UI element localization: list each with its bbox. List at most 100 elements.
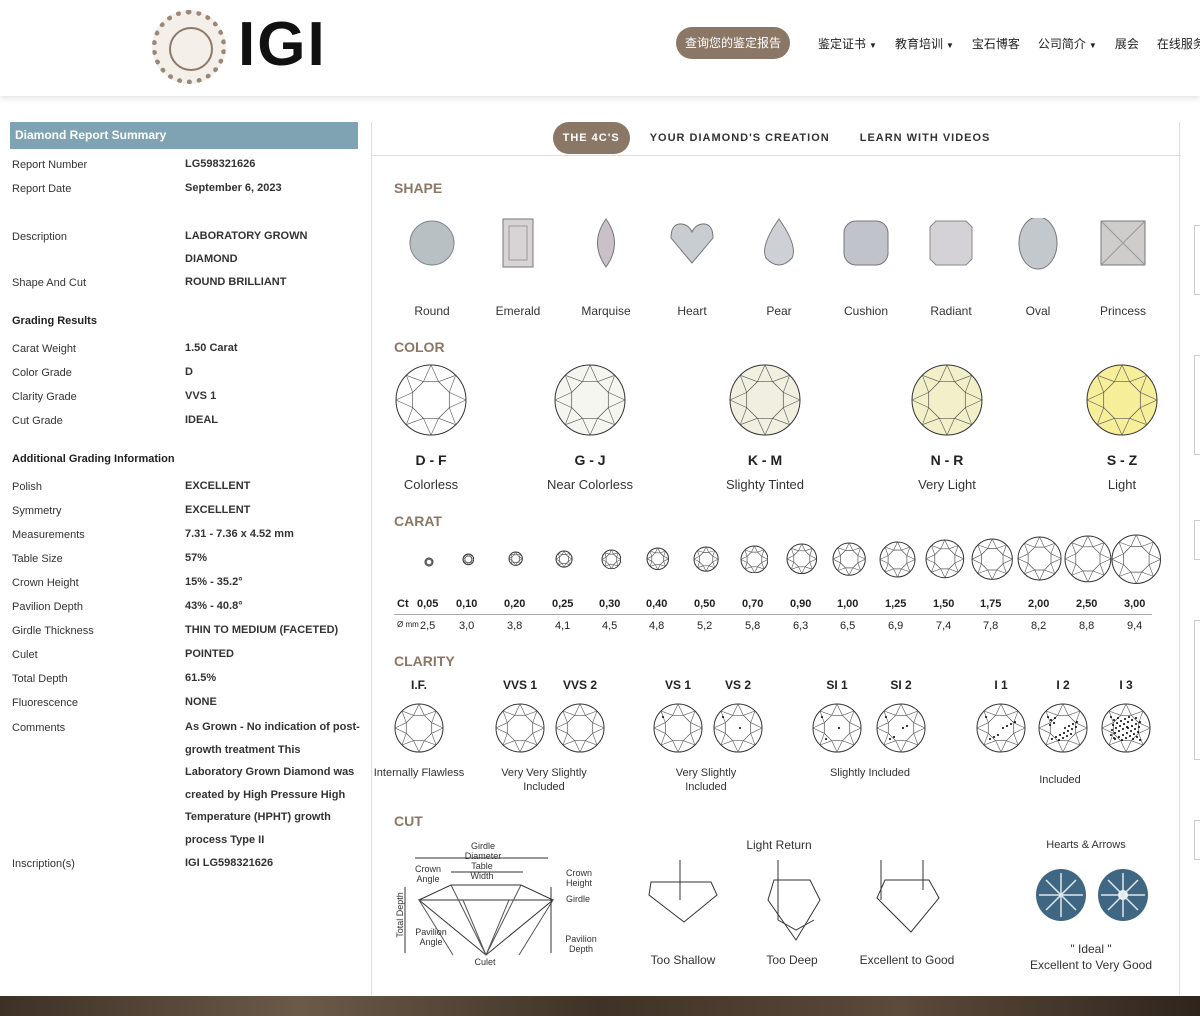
diameter-label: Ø mm bbox=[397, 620, 419, 629]
igi-seal-logo[interactable] bbox=[152, 10, 226, 84]
carat-size-icon bbox=[555, 550, 573, 568]
light-return-label: Excellent to Good bbox=[859, 953, 955, 967]
row-label: Pavilion Depth bbox=[12, 601, 83, 613]
nav-item[interactable]: 展会 bbox=[1115, 35, 1139, 52]
row-value: 43% - 40.8° bbox=[185, 600, 243, 612]
igi-logo[interactable]: IGI bbox=[238, 12, 327, 78]
shape-label: Radiant bbox=[930, 304, 972, 318]
carat-size-icon bbox=[646, 547, 670, 571]
row-label: Color Grade bbox=[12, 367, 72, 379]
row-value: 7.31 - 7.36 x 4.52 mm bbox=[185, 528, 294, 540]
row-value: September 6, 2023 bbox=[185, 182, 282, 194]
row-value: IDEAL bbox=[185, 414, 218, 426]
diameter-value: 8,2 bbox=[1031, 620, 1047, 632]
color-grade: D - F bbox=[415, 452, 447, 468]
clarity-grade: I 3 bbox=[1119, 678, 1133, 692]
row-label: Report Number bbox=[12, 159, 88, 171]
diameter-value: 4,8 bbox=[649, 620, 665, 632]
row-value: EXCELLENT bbox=[185, 504, 251, 516]
side-widget[interactable] bbox=[1194, 820, 1200, 860]
color-grade: N - R bbox=[930, 452, 964, 468]
carat-value: 0,50 bbox=[694, 598, 716, 610]
emerald-shape-icon bbox=[493, 218, 543, 272]
row-label: Crown Height bbox=[12, 577, 79, 589]
section-title: COLOR bbox=[394, 339, 445, 355]
row-label: Report Date bbox=[12, 183, 72, 195]
hearts-arrows-title: Hearts & Arrows bbox=[1046, 839, 1126, 851]
nav-item[interactable]: 在线服务 bbox=[1157, 35, 1200, 52]
section-title: CARAT bbox=[394, 513, 442, 529]
hearts-arrows-icon bbox=[1034, 868, 1150, 924]
carat-value: 2,00 bbox=[1028, 598, 1050, 610]
light-return-label: Too Shallow bbox=[650, 953, 716, 967]
row-label: Description bbox=[12, 231, 68, 243]
oval-shape-icon bbox=[1013, 216, 1063, 272]
carat-value: 1,75 bbox=[980, 598, 1002, 610]
carat-value: 3,00 bbox=[1124, 598, 1146, 610]
side-widget[interactable] bbox=[1194, 520, 1200, 560]
carat-value: 0,40 bbox=[646, 598, 668, 610]
carat-size-icon bbox=[786, 543, 818, 575]
section-title: CLARITY bbox=[394, 653, 455, 669]
row-label: Inscription(s) bbox=[12, 858, 75, 870]
clarity-diamond-icon bbox=[653, 703, 703, 753]
diameter-value: 5,2 bbox=[697, 620, 713, 632]
carat-size-icon bbox=[1017, 536, 1063, 582]
nav-item[interactable]: 公司简介 ▼ bbox=[1038, 35, 1097, 52]
carat-value: 1,25 bbox=[885, 598, 907, 610]
four-cs-panel: THE 4C'S YOUR DIAMOND'S CREATION LEARN WIT… bbox=[371, 122, 1181, 995]
row-value: D bbox=[185, 366, 193, 378]
heart-shape-icon bbox=[667, 218, 717, 272]
nav-item[interactable]: 鉴定证书 ▼ bbox=[818, 35, 877, 52]
carat-size-icon bbox=[424, 554, 434, 567]
clarity-diamond-icon bbox=[976, 703, 1026, 753]
color-grade: K - M bbox=[747, 452, 783, 468]
clarity-grade: SI 2 bbox=[890, 678, 912, 692]
carat-size-icon bbox=[1064, 535, 1112, 583]
nav-item-label: 公司简介 bbox=[1037, 37, 1086, 51]
caret-down-icon: ▼ bbox=[869, 41, 877, 50]
diameter-value: 6,5 bbox=[840, 620, 856, 632]
light-return-diagram bbox=[871, 860, 943, 944]
carat-value: 0,25 bbox=[552, 598, 574, 610]
carat-value: 1,50 bbox=[933, 598, 955, 610]
caret-down-icon: ▼ bbox=[945, 41, 954, 50]
report-summary-panel: Diamond Report Summary bbox=[10, 122, 358, 149]
tab[interactable]: YOUR DIAMOND'S CREATION bbox=[640, 122, 840, 154]
side-widget[interactable] bbox=[1194, 225, 1200, 295]
side-widget[interactable] bbox=[1194, 620, 1200, 760]
cut-diagram-label: Crown Height bbox=[565, 868, 592, 888]
tab[interactable]: LEARN WITH VIDEOS bbox=[850, 122, 1001, 154]
clarity-diamond-icon bbox=[1101, 703, 1151, 753]
color-grade: S - Z bbox=[1106, 452, 1138, 468]
row-value: 15% - 35.2° bbox=[185, 576, 243, 588]
row-value: IGI LG598321626 bbox=[185, 857, 274, 869]
tab[interactable]: THE 4C'S bbox=[552, 122, 630, 154]
ideal-label: " Ideal " bbox=[1070, 942, 1112, 956]
main-nav: 鉴定证书 ▼ 教育培训 ▼ 宝石博客 公司简介 ▼ 展会 在线服务 bbox=[818, 35, 1200, 52]
diameter-value: 7,4 bbox=[936, 620, 952, 632]
diameter-value: 3,8 bbox=[507, 620, 523, 632]
clarity-group-label: Internally Flawless bbox=[373, 767, 465, 779]
divider bbox=[394, 614, 1152, 615]
nav-item[interactable]: 教育培训 ▼ bbox=[895, 35, 954, 52]
row-value: NONE bbox=[185, 696, 217, 708]
side-widget[interactable] bbox=[1194, 355, 1200, 455]
carat-value: 0,30 bbox=[599, 598, 621, 610]
marquise-shape-icon bbox=[581, 218, 631, 272]
nav-item-label: 宝石博客 bbox=[971, 37, 1020, 51]
row-value: LABORATORY GROWN DIAMOND bbox=[185, 230, 308, 265]
check-report-button[interactable]: 查询您的鉴定报告 bbox=[676, 27, 790, 59]
diameter-value: 9,4 bbox=[1127, 620, 1143, 632]
carat-size-icon bbox=[971, 538, 1013, 580]
footer-background bbox=[0, 996, 1200, 1016]
clarity-grade: SI 1 bbox=[826, 678, 848, 692]
nav-item[interactable]: 宝石博客 bbox=[972, 35, 1020, 52]
clarity-grade: I 1 bbox=[994, 678, 1008, 692]
row-label: Shape And Cut bbox=[12, 277, 87, 289]
carat-value: 0,70 bbox=[742, 598, 764, 610]
row-label: Fluorescence bbox=[12, 697, 79, 709]
row-value: 1.50 Carat bbox=[185, 342, 238, 354]
clarity-group-label: Very Very Slightly Included bbox=[501, 767, 587, 793]
cut-diagram-label: Table Width bbox=[470, 861, 494, 881]
